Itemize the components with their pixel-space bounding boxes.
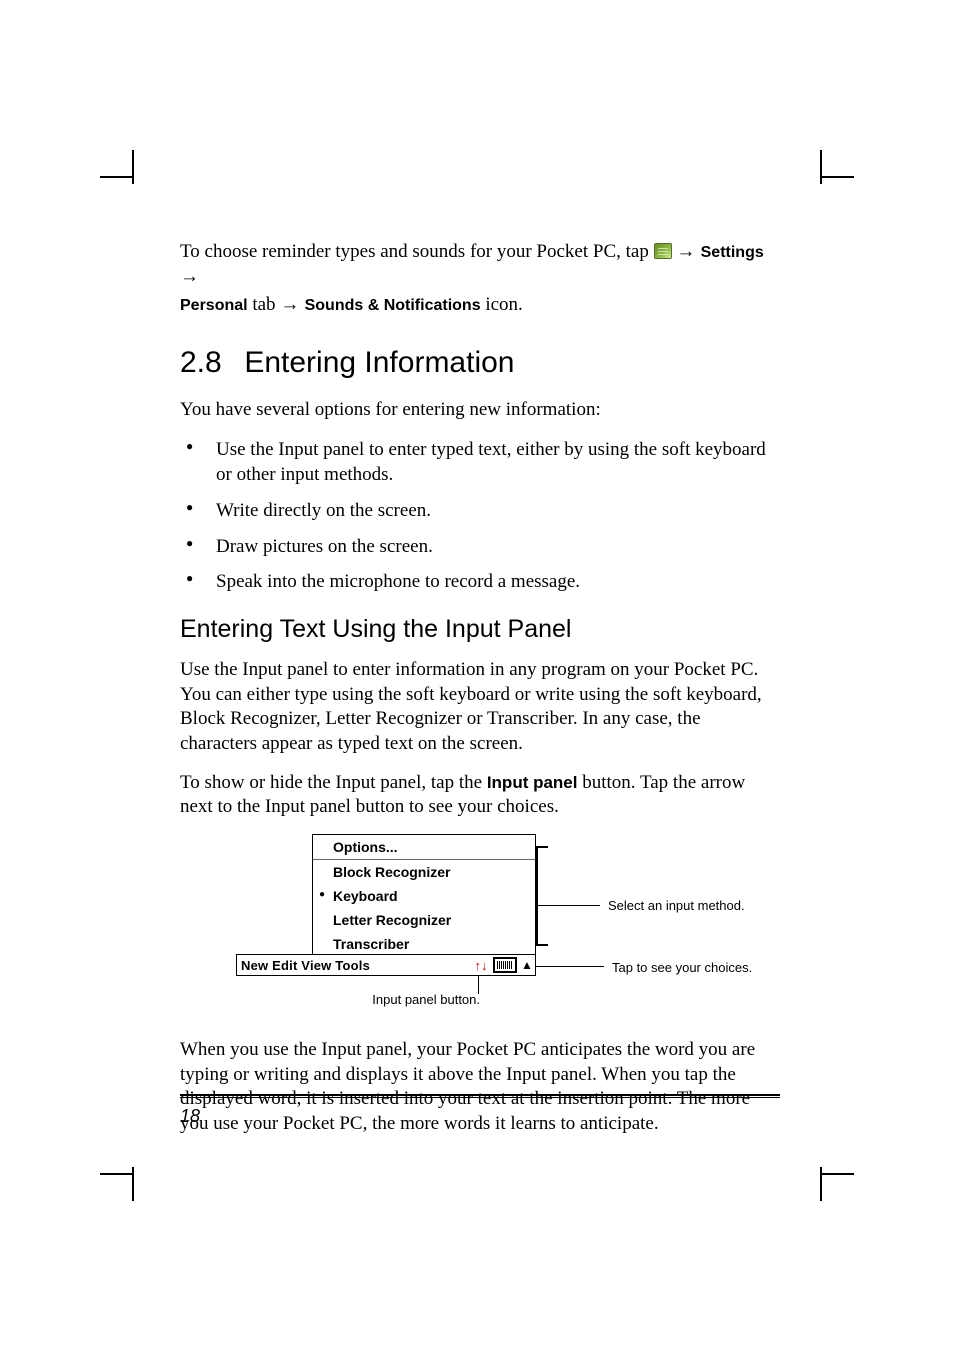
popup-item-keyboard[interactable]: Keyboard (313, 884, 535, 908)
callout-bracket (536, 846, 538, 946)
callout-bracket (536, 846, 548, 848)
callout-leader (536, 905, 600, 906)
section-number: 2.8 (180, 346, 236, 380)
list-item: Draw pictures on the screen. (180, 534, 780, 560)
input-panel-bold: Input panel (487, 773, 578, 792)
page-content: To choose reminder types and sounds for … (180, 240, 780, 1151)
crop-mark (100, 176, 134, 178)
intro-prefix: To choose reminder types and sounds for … (180, 241, 654, 262)
tab-word: tab (252, 294, 280, 315)
list-item: Write directly on the screen. (180, 498, 780, 524)
arrow-icon: → (180, 266, 199, 287)
sounds-label: Sounds & Notifications (305, 297, 481, 314)
intro-line-2: Personal tab → Sounds & Notifications ic… (180, 293, 780, 318)
updown-icon[interactable]: ↑↓ (471, 958, 491, 973)
popup-item-block-recognizer[interactable]: Block Recognizer (313, 860, 535, 884)
callout-select-method: Select an input method. (608, 898, 745, 913)
input-method-popup: Options... Block Recognizer Keyboard Let… (312, 834, 536, 957)
section-heading: 2.8 Entering Information (180, 346, 780, 380)
icon-word: icon. (485, 294, 522, 315)
crop-mark (100, 1173, 134, 1175)
sub-paragraph-1: Use the Input panel to enter information… (180, 658, 780, 757)
arrow-icon: → (676, 241, 700, 262)
list-item: Use the Input panel to enter typed text,… (180, 437, 780, 488)
page-number: 18 (180, 1106, 200, 1127)
popup-options[interactable]: Options... (313, 835, 535, 860)
crop-mark (820, 1167, 822, 1201)
callout-input-panel-button: Input panel button. (360, 992, 480, 1007)
footer-rule (180, 1094, 780, 1098)
section-title-text: Entering Information (244, 346, 514, 379)
lead-paragraph: You have several options for entering ne… (180, 398, 780, 423)
crop-mark (820, 1173, 854, 1175)
bullet-list: Use the Input panel to enter typed text,… (180, 437, 780, 595)
input-panel-arrow[interactable]: ▲ (519, 958, 535, 972)
callout-bracket (536, 944, 548, 946)
start-icon (654, 243, 672, 259)
callout-leader (536, 966, 604, 967)
sub-paragraph-2: To show or hide the Input panel, tap the… (180, 771, 780, 820)
keyboard-icon (497, 961, 513, 969)
personal-label: Personal (180, 297, 248, 314)
menubar-items[interactable]: New Edit View Tools (237, 958, 471, 973)
crop-mark (820, 176, 854, 178)
sub-para2-a: To show or hide the Input panel, tap the (180, 772, 487, 793)
input-panel-diagram: Options... Block Recognizer Keyboard Let… (180, 834, 780, 1014)
popup-item-transcriber[interactable]: Transcriber (313, 932, 535, 956)
arrow-icon: → (280, 294, 304, 315)
callout-tap-choices: Tap to see your choices. (612, 960, 752, 975)
input-panel-button[interactable] (493, 957, 517, 973)
crop-mark (132, 150, 134, 184)
intro-line-1: To choose reminder types and sounds for … (180, 240, 780, 289)
crop-mark (820, 150, 822, 184)
settings-label: Settings (701, 244, 764, 261)
subsection-heading: Entering Text Using the Input Panel (180, 615, 780, 644)
popup-item-letter-recognizer[interactable]: Letter Recognizer (313, 908, 535, 932)
closing-paragraph: When you use the Input panel, your Pocke… (180, 1038, 780, 1137)
crop-mark (132, 1167, 134, 1201)
list-item: Speak into the microphone to record a me… (180, 569, 780, 595)
command-bar: New Edit View Tools ↑↓ ▲ (236, 954, 536, 976)
